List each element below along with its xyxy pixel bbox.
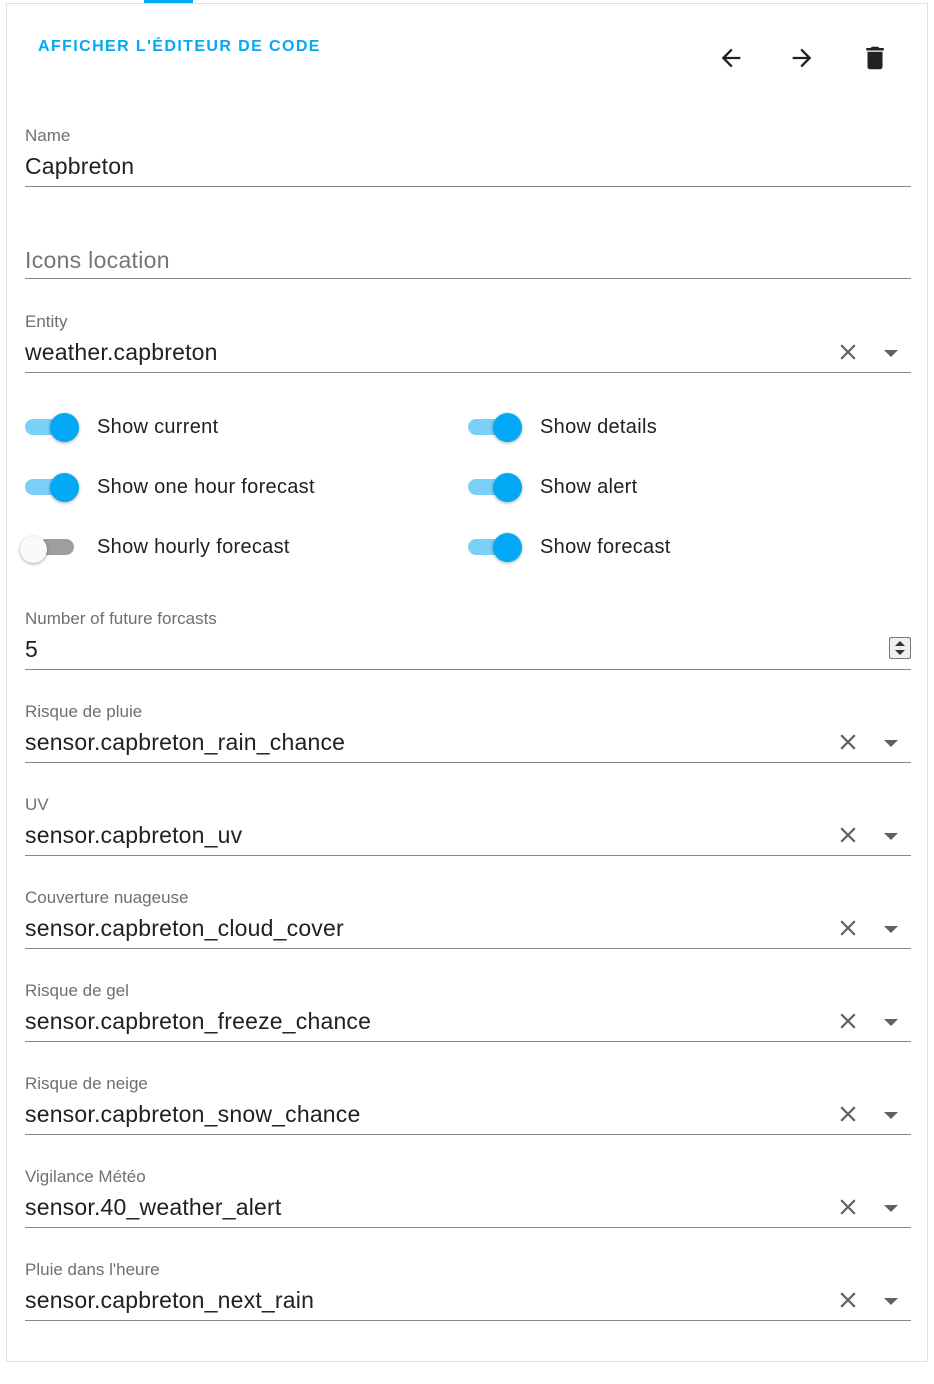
move-left-button[interactable] <box>713 40 749 76</box>
sensor-label: Risque de gel <box>25 981 129 1000</box>
future-forecasts-label: Number of future forcasts <box>25 609 217 628</box>
sensor-value[interactable]: sensor.capbreton_cloud_cover <box>25 915 344 942</box>
sensor-label: Couverture nuageuse <box>25 888 189 907</box>
name-field[interactable]: Name Capbreton <box>25 124 911 188</box>
sensor-underline <box>25 1134 911 1135</box>
show-alert-label: Show alert <box>540 476 638 498</box>
clear-icon[interactable] <box>835 729 861 755</box>
sensor-picker-cloud-cover[interactable]: Couverture nuageuse sensor.capbreton_clo… <box>25 886 911 950</box>
show-hourly-forecast-toggle[interactable] <box>20 530 76 564</box>
arrow-left-icon <box>721 48 741 68</box>
clear-icon[interactable] <box>835 1101 861 1127</box>
name-underline <box>25 186 911 187</box>
future-forecasts-value[interactable]: 5 <box>25 636 38 663</box>
show-one-hour-forecast-label: Show one hour forecast <box>97 476 315 498</box>
sensor-underline <box>25 762 911 763</box>
sensor-picker-uv[interactable]: UV sensor.capbreton_uv <box>25 793 911 857</box>
sensor-picker-rain-chance[interactable]: Risque de pluie sensor.capbreton_rain_ch… <box>25 700 911 764</box>
entity-underline <box>25 372 911 373</box>
sensor-value[interactable]: sensor.capbreton_freeze_chance <box>25 1008 371 1035</box>
sensor-label: UV <box>25 795 49 814</box>
move-right-button[interactable] <box>784 40 820 76</box>
sensor-label: Risque de neige <box>25 1074 148 1093</box>
sensor-underline <box>25 855 911 856</box>
icons-location-field[interactable]: Icons location <box>25 245 911 281</box>
icons-location-placeholder: Icons location <box>25 247 170 273</box>
name-value[interactable]: Capbreton <box>25 153 134 180</box>
show-details-label: Show details <box>540 416 657 438</box>
sensor-label: Pluie dans l'heure <box>25 1260 160 1279</box>
clear-icon[interactable] <box>835 822 861 848</box>
sensor-value[interactable]: sensor.capbreton_rain_chance <box>25 729 345 756</box>
clear-icon[interactable] <box>835 915 861 941</box>
show-forecast-label: Show forecast <box>540 536 671 558</box>
chevron-down-icon[interactable] <box>883 348 899 358</box>
entity-label: Entity <box>25 312 68 331</box>
clear-icon[interactable] <box>835 1287 861 1313</box>
entity-value[interactable]: weather.capbreton <box>25 339 218 366</box>
chevron-down-icon[interactable] <box>883 831 899 841</box>
future-forecasts-underline <box>25 669 911 670</box>
chevron-down-icon[interactable] <box>883 1296 899 1306</box>
sensor-underline <box>25 948 911 949</box>
sensor-picker-next-rain[interactable]: Pluie dans l'heure sensor.capbreton_next… <box>25 1258 911 1322</box>
stepper-arrows-icon <box>895 641 905 655</box>
arrow-right-icon <box>792 48 812 68</box>
show-code-editor-button[interactable]: AFFICHER L'ÉDITEUR DE CODE <box>38 38 321 56</box>
chevron-down-icon[interactable] <box>883 738 899 748</box>
future-forecasts-field[interactable]: Number of future forcasts 5 <box>25 607 911 671</box>
sensor-underline <box>25 1320 911 1321</box>
chevron-down-icon[interactable] <box>883 1203 899 1213</box>
entity-picker[interactable]: Entity weather.capbreton <box>25 310 911 374</box>
icons-location-underline <box>25 278 911 279</box>
sensor-picker-weather-alert[interactable]: Vigilance Météo sensor.40_weather_alert <box>25 1165 911 1229</box>
sensor-value[interactable]: sensor.capbreton_snow_chance <box>25 1101 361 1128</box>
show-current-label: Show current <box>97 416 219 438</box>
chevron-down-icon[interactable] <box>883 1017 899 1027</box>
delete-icon <box>866 46 884 70</box>
sensor-underline <box>25 1227 911 1228</box>
show-current-toggle[interactable] <box>25 410 81 444</box>
clear-icon[interactable] <box>835 1194 861 1220</box>
number-stepper[interactable] <box>889 637 911 659</box>
show-alert-toggle[interactable] <box>468 470 524 504</box>
card-editor <box>6 3 928 1362</box>
show-hourly-forecast-label: Show hourly forecast <box>97 536 290 558</box>
sensor-picker-snow-chance[interactable]: Risque de neige sensor.capbreton_snow_ch… <box>25 1072 911 1136</box>
sensor-picker-freeze-chance[interactable]: Risque de gel sensor.capbreton_freeze_ch… <box>25 979 911 1043</box>
delete-button[interactable] <box>857 40 893 76</box>
sensor-label: Risque de pluie <box>25 702 143 721</box>
clear-icon[interactable] <box>835 339 861 365</box>
toggle-thumb <box>493 473 522 502</box>
sensor-value[interactable]: sensor.40_weather_alert <box>25 1194 282 1221</box>
toggle-thumb <box>50 473 79 502</box>
toggle-thumb <box>20 536 47 563</box>
sensor-value[interactable]: sensor.capbreton_next_rain <box>25 1287 314 1314</box>
sensor-underline <box>25 1041 911 1042</box>
toggle-thumb <box>493 533 522 562</box>
show-one-hour-forecast-toggle[interactable] <box>25 470 81 504</box>
clear-icon[interactable] <box>835 1008 861 1034</box>
name-label: Name <box>25 126 71 145</box>
chevron-down-icon[interactable] <box>883 1110 899 1120</box>
sensor-value[interactable]: sensor.capbreton_uv <box>25 822 242 849</box>
toggle-thumb <box>493 413 522 442</box>
toggle-thumb <box>50 413 79 442</box>
show-forecast-toggle[interactable] <box>468 530 524 564</box>
chevron-down-icon[interactable] <box>883 924 899 934</box>
tab-indicator <box>144 0 193 3</box>
show-details-toggle[interactable] <box>468 410 524 444</box>
sensor-label: Vigilance Météo <box>25 1167 146 1186</box>
